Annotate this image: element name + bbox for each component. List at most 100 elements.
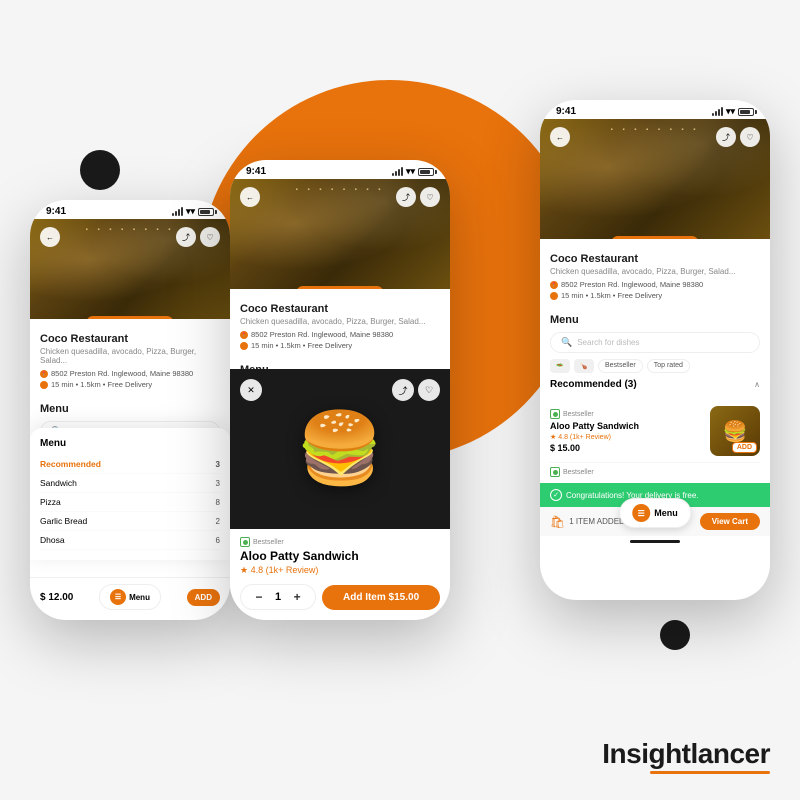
menu-floating-btn: ☰ Menu (619, 498, 691, 528)
favorite-button-middle[interactable]: ♡ (420, 187, 440, 207)
view-cart-button[interactable]: View Cart (700, 513, 760, 530)
product-rating-middle: ★ 4.8 (1k+ Review) (240, 565, 440, 576)
restaurant-name-right: Coco Restaurant (550, 253, 760, 265)
bg-dot-left (80, 150, 120, 190)
share-button-left[interactable]: ⤴ (176, 227, 196, 247)
increase-qty-button[interactable]: + (289, 589, 305, 605)
rating-badge-right: ★4.9 (1k+ Review) (611, 236, 698, 239)
back-button-middle[interactable]: ← (240, 187, 260, 207)
menu-btn-icon-left: ☰ (110, 589, 126, 605)
decrease-qty-button[interactable]: − (251, 589, 267, 605)
close-overlay-button[interactable]: ✕ (240, 379, 262, 401)
signal-icon-middle (392, 167, 403, 176)
veg-icon-right-2 (550, 467, 560, 477)
menu-item-dhosa-label: Dhosa (40, 535, 65, 545)
veg-icon-middle (240, 537, 250, 547)
battery-icon-right (738, 108, 754, 116)
cart-items-count: 1 ITEM ADDED (569, 517, 625, 526)
menu-item-recommended[interactable]: Recommended 3 (40, 455, 220, 474)
back-button-left[interactable]: ← (40, 227, 60, 247)
price-text-left: $ 12.00 (40, 592, 73, 603)
product-price-right: $ 15.00 (550, 443, 704, 453)
wifi-icon-middle: ▾▾ (406, 166, 415, 177)
status-icons-middle: ▾▾ (392, 166, 434, 177)
menu-btn-left[interactable]: ☰ Menu (99, 584, 161, 610)
menu-item-pizza-count: 8 (216, 498, 220, 507)
phone-middle: 9:41 ▾▾ ← ⤴ ♡ ★4.9 (1k+ Review) Coco Res… (230, 160, 450, 620)
product-card-right-2: Bestseller (550, 463, 760, 483)
product-card-right: Bestseller Aloo Patty Sandwich ★ 4.8 (1k… (550, 400, 760, 463)
hero-image-left: ← ⤴ ♡ ★4.9 (1k+ Review) (30, 219, 230, 319)
menu-item-pizza[interactable]: Pizza 8 (40, 493, 220, 512)
filter-veg-right[interactable]: 🥗 (550, 359, 570, 373)
add-product-btn-right[interactable]: ADD (732, 442, 757, 453)
time-icon-middle (240, 342, 248, 350)
time-icon-right (550, 292, 558, 300)
filter-toprated-right[interactable]: Top rated (647, 359, 690, 373)
menu-item-sandwich-label: Sandwich (40, 478, 77, 488)
scroll-indicator-right (630, 540, 680, 543)
favorite-button-right[interactable]: ♡ (740, 127, 760, 147)
favorite-food-button[interactable]: ♡ (418, 379, 440, 401)
search-icon-right: 🔍 (561, 337, 572, 348)
menu-item-dhosa[interactable]: Dhosa 6 (40, 531, 220, 550)
back-button-right[interactable]: ← (550, 127, 570, 147)
quantity-display: 1 (275, 591, 281, 603)
bestseller-text-right: Bestseller (563, 411, 594, 418)
location-icon-left (40, 370, 48, 378)
address-row-right: 8502 Preston Rd. Inglewood, Maine 98380 (550, 280, 760, 289)
nav-overlay-right: ← ⤴ ♡ (540, 127, 770, 147)
quantity-row-middle: − 1 + Add Item $15.00 (240, 584, 440, 610)
bestseller-text-right-2: Bestseller (563, 469, 594, 476)
menu-item-recommended-label: Recommended (40, 459, 101, 469)
nav-overlay-left: ← ⤴ ♡ (30, 227, 230, 247)
chevron-up-right[interactable]: ∧ (754, 380, 760, 389)
product-name-middle: Aloo Patty Sandwich (240, 549, 440, 563)
nav-overlay-middle: ← ⤴ ♡ (230, 187, 450, 207)
wifi-icon-left: ▾▾ (186, 206, 195, 217)
favorite-button-left[interactable]: ♡ (200, 227, 220, 247)
share-button-middle[interactable]: ⤴ (396, 187, 416, 207)
menu-item-garlic[interactable]: Garlic Bread 2 (40, 512, 220, 531)
restaurant-info-right: Coco Restaurant Chicken quesadilla, avoc… (540, 239, 770, 308)
menu-floating-btn-inner[interactable]: ☰ Menu (619, 498, 691, 528)
rating-badge-left: ★4.9 (1k+ Review) (86, 316, 173, 319)
burger-emoji: 🍔 (296, 408, 383, 490)
quantity-control[interactable]: − 1 + (240, 584, 316, 610)
restaurant-tags-left: Chicken quesadilla, avocado, Pizza, Burg… (40, 347, 220, 365)
product-info-right: Bestseller Aloo Patty Sandwich ★ 4.8 (1k… (550, 409, 704, 453)
location-icon-right (550, 281, 558, 289)
time-middle: 9:41 (246, 166, 266, 177)
share-button-right[interactable]: ⤴ (716, 127, 736, 147)
restaurant-name-middle: Coco Restaurant (240, 303, 440, 315)
status-icons-left: ▾▾ (172, 206, 214, 217)
product-name-right: Aloo Patty Sandwich (550, 421, 704, 431)
menu-item-sandwich[interactable]: Sandwich 3 (40, 474, 220, 493)
menu-btn-label-left: Menu (129, 593, 150, 602)
time-icon-left (40, 381, 48, 389)
search-bar-right[interactable]: 🔍 Search for dishes (550, 332, 760, 353)
menu-section-right: Menu 🔍 Search for dishes 🥗 🍗 Bestseller … (540, 308, 770, 400)
delivery-row-middle: 15 min • 1.5km • Free Delivery (240, 341, 440, 350)
food-image-container: 🍔 ✕ ⤴ ♡ (230, 369, 450, 529)
menu-item-garlic-label: Garlic Bread (40, 516, 87, 526)
location-icon-middle (240, 331, 248, 339)
restaurant-tags-middle: Chicken quesadilla, avocado, Pizza, Burg… (240, 317, 440, 326)
food-nav-right: ⤴ ♡ (392, 379, 440, 401)
share-food-button[interactable]: ⤴ (392, 379, 414, 401)
recommended-header-right: Recommended (3) ∧ (550, 379, 760, 390)
hero-image-middle: ← ⤴ ♡ ★4.9 (1k+ Review) (230, 179, 450, 289)
signal-icon-right (712, 107, 723, 116)
bestseller-text-middle: Bestseller (253, 539, 284, 546)
menu-item-pizza-label: Pizza (40, 497, 61, 507)
food-nav-middle: ✕ ⤴ ♡ (230, 379, 450, 401)
add-btn-left[interactable]: ADD (187, 589, 220, 606)
add-item-button[interactable]: Add Item $15.00 (322, 585, 440, 610)
menu-title-left: Menu (40, 403, 220, 415)
bestseller-badge-middle: Bestseller (240, 537, 440, 547)
filter-nonveg-right[interactable]: 🍗 (574, 359, 594, 373)
filter-bestseller-right[interactable]: Bestseller (598, 359, 643, 373)
bag-icon: 🛍 (550, 515, 565, 529)
menu-item-sandwich-count: 3 (216, 479, 220, 488)
product-area-right: Bestseller Aloo Patty Sandwich ★ 4.8 (1k… (540, 400, 770, 483)
